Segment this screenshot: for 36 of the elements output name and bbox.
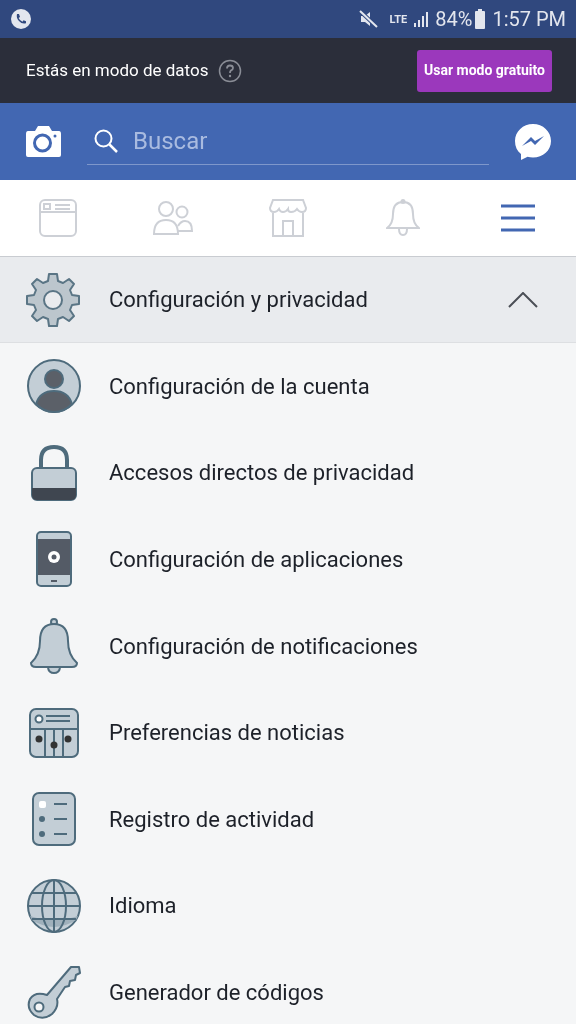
news-preferences-icon [28, 706, 80, 759]
padlock-icon [30, 443, 78, 502]
settings-item[interactable]: Idioma [0, 862, 576, 950]
settings-item[interactable]: Preferencias de noticias [0, 689, 576, 776]
key-icon [25, 963, 83, 1022]
camera-icon[interactable] [25, 125, 62, 158]
network-type: LTE [389, 13, 408, 25]
phone-call-icon [10, 8, 32, 30]
menu-icon [500, 203, 537, 233]
data-mode-message: Estás en modo de datos [26, 58, 209, 82]
settings-item[interactable]: Configuración de notificaciones [0, 602, 576, 690]
settings-item[interactable]: Accesos directos de privacidad [0, 429, 576, 517]
search-icon [93, 128, 119, 154]
phone-gear-icon [35, 530, 73, 589]
settings-item[interactable]: Registro de actividad [0, 775, 576, 863]
help-icon[interactable] [218, 58, 243, 83]
messenger-icon[interactable] [514, 122, 552, 161]
clock-time: 1:57 PM [492, 6, 566, 33]
friends-icon [152, 200, 193, 236]
battery-percent: 84% [435, 6, 473, 33]
person-icon [26, 358, 82, 415]
settings-item[interactable]: Configuración de la cuenta [0, 343, 576, 430]
section-header[interactable]: Configuración y privacidad [0, 257, 576, 343]
battery-icon [474, 8, 487, 30]
news-feed-icon [38, 199, 77, 237]
section-title: Configuración y privacidad [109, 286, 368, 314]
gear-icon [25, 271, 81, 328]
free-mode-button[interactable]: Usar modo gratuito [417, 49, 552, 92]
activity-list-icon [31, 791, 77, 848]
store-icon [269, 199, 307, 237]
notifications-icon [386, 199, 421, 237]
mute-icon [357, 8, 380, 30]
settings-item[interactable]: Configuración de aplicaciones [0, 516, 576, 603]
settings-item[interactable]: Generador de códigos [0, 949, 576, 1024]
globe-icon [26, 877, 82, 934]
bell-icon [28, 617, 80, 676]
